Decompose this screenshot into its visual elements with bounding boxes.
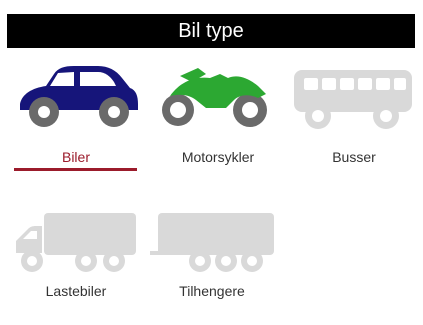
vehicle-option-trucks[interactable]: Lastebiler bbox=[12, 205, 140, 325]
vehicle-option-trailers[interactable]: Tilhengere bbox=[148, 205, 276, 325]
vehicle-label-trailers: Tilhengere bbox=[179, 283, 245, 299]
vehicle-option-cars[interactable]: Biler bbox=[12, 60, 140, 180]
selected-underline bbox=[14, 168, 137, 171]
vehicle-label-cars: Biler bbox=[61, 149, 90, 165]
vehicle-type-header: Bil type bbox=[7, 14, 415, 48]
truck-icon bbox=[16, 213, 136, 272]
vehicle-type-title: Bil type bbox=[178, 20, 244, 42]
vehicle-label-motorcycles: Motorsykler bbox=[181, 149, 255, 165]
trailer-icon bbox=[150, 213, 274, 272]
vehicle-option-buses[interactable]: Busser bbox=[290, 60, 418, 180]
motorcycle-icon bbox=[162, 68, 267, 127]
car-icon bbox=[20, 66, 138, 127]
vehicle-label-trucks: Lastebiler bbox=[45, 283, 107, 299]
vehicle-label-buses: Busser bbox=[332, 149, 376, 165]
bus-icon bbox=[294, 70, 412, 129]
vehicle-option-motorcycles[interactable]: Motorsykler bbox=[154, 60, 282, 180]
